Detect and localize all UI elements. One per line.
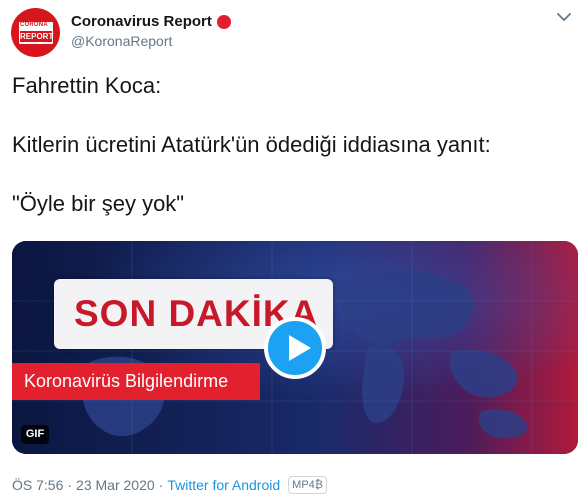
media-type-tag: MP4₿ xyxy=(288,476,327,494)
play-button[interactable] xyxy=(264,317,326,379)
tweet-source[interactable]: Twitter for Android xyxy=(167,477,280,493)
account-names: Coronavirus Report @KoronaReport xyxy=(71,12,231,49)
tweet-date[interactable]: 23 Mar 2020 xyxy=(76,477,155,493)
avatar-logo-top: CORONA xyxy=(20,22,48,28)
display-name[interactable]: Coronavirus Report xyxy=(71,13,212,30)
account-handle[interactable]: @KoronaReport xyxy=(71,33,231,49)
avatar[interactable]: CORONA REPORT xyxy=(11,8,60,57)
tweet-card[interactable]: CORONA REPORT Coronavirus Report @Korona… xyxy=(0,0,583,501)
tweet-time[interactable]: ÖS 7:56 xyxy=(12,477,63,493)
info-strip: Koronavirüs Bilgilendirme xyxy=(12,363,260,400)
info-strip-text: Koronavirüs Bilgilendirme xyxy=(24,371,229,391)
tweet-footer: ÖS 7:56 · 23 Mar 2020 · Twitter for Andr… xyxy=(12,476,327,494)
red-circle-icon xyxy=(216,14,231,29)
chevron-down-icon[interactable] xyxy=(555,8,573,26)
media-gif[interactable]: SON DAKİKA Koronavirüs Bilgilendirme GIF xyxy=(12,241,578,454)
footer-separator-2: · xyxy=(158,477,164,493)
tweet-text-line-1: Fahrettin Koca: xyxy=(12,73,162,98)
avatar-logo-bottom: REPORT xyxy=(20,31,54,42)
gif-badge: GIF xyxy=(21,425,49,444)
play-icon xyxy=(289,335,311,361)
tweet-text-line-2: Kitlerin ücretini Atatürk'ün ödediği idd… xyxy=(12,132,491,157)
name-row: Coronavirus Report xyxy=(71,12,231,31)
footer-separator-1: · xyxy=(67,477,73,493)
tweet-text-line-3: "Öyle bir şey yok" xyxy=(12,191,185,216)
tweet-header: CORONA REPORT Coronavirus Report @Korona… xyxy=(11,8,231,58)
